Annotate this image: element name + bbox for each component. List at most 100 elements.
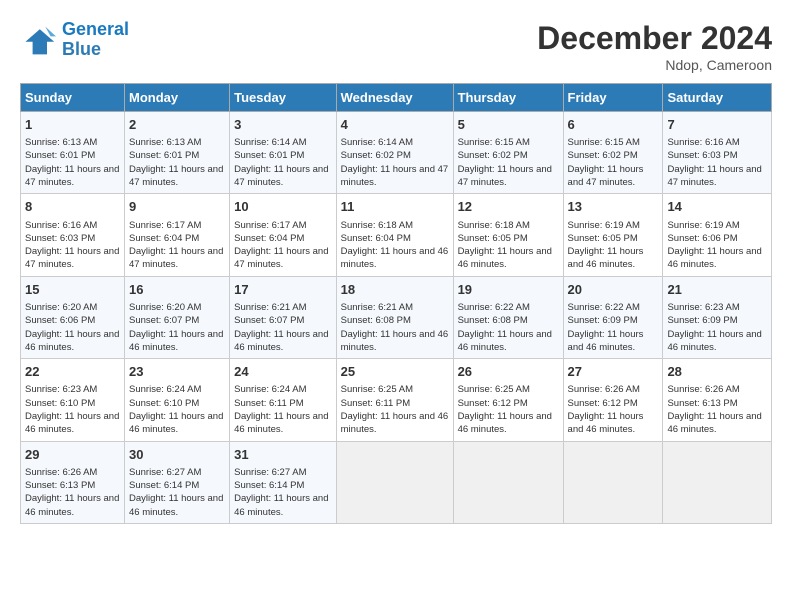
calendar-week-row: 8Sunrise: 6:16 AMSunset: 6:03 PMDaylight… [21, 194, 772, 276]
page-header: General Blue December 2024 Ndop, Cameroo… [20, 20, 772, 73]
sunset: Sunset: 6:06 PM [667, 233, 737, 244]
day-number: 13 [568, 198, 659, 216]
sunrise: Sunrise: 6:22 AM [458, 302, 530, 313]
sunset: Sunset: 6:04 PM [234, 233, 304, 244]
sunset: Sunset: 6:06 PM [25, 315, 95, 326]
daylight: Daylight: 11 hours and 47 minutes. [234, 246, 328, 270]
daylight: Daylight: 11 hours and 46 minutes. [458, 329, 552, 353]
day-number: 28 [667, 363, 767, 381]
day-number: 9 [129, 198, 225, 216]
calendar-table: Sunday Monday Tuesday Wednesday Thursday… [20, 83, 772, 524]
day-number: 7 [667, 116, 767, 134]
sunrise: Sunrise: 6:14 AM [341, 137, 413, 148]
day-number: 26 [458, 363, 559, 381]
day-number: 19 [458, 281, 559, 299]
sunrise: Sunrise: 6:27 AM [234, 467, 306, 478]
daylight: Daylight: 11 hours and 46 minutes. [129, 329, 223, 353]
logo-line2: Blue [62, 39, 101, 59]
day-number: 4 [341, 116, 449, 134]
sunset: Sunset: 6:10 PM [129, 398, 199, 409]
daylight: Daylight: 11 hours and 46 minutes. [25, 411, 119, 435]
daylight: Daylight: 11 hours and 47 minutes. [341, 164, 449, 188]
day-number: 29 [25, 446, 120, 464]
sunrise: Sunrise: 6:23 AM [667, 302, 739, 313]
calendar-cell: 28Sunrise: 6:26 AMSunset: 6:13 PMDayligh… [663, 359, 772, 441]
calendar-cell: 15Sunrise: 6:20 AMSunset: 6:06 PMDayligh… [21, 276, 125, 358]
calendar-cell: 13Sunrise: 6:19 AMSunset: 6:05 PMDayligh… [563, 194, 663, 276]
calendar-cell [453, 441, 563, 523]
col-thursday: Thursday [453, 84, 563, 112]
logo: General Blue [20, 20, 129, 60]
daylight: Daylight: 11 hours and 47 minutes. [25, 246, 119, 270]
calendar-cell: 14Sunrise: 6:19 AMSunset: 6:06 PMDayligh… [663, 194, 772, 276]
day-number: 6 [568, 116, 659, 134]
sunrise: Sunrise: 6:22 AM [568, 302, 640, 313]
sunset: Sunset: 6:12 PM [568, 398, 638, 409]
calendar-header-row: Sunday Monday Tuesday Wednesday Thursday… [21, 84, 772, 112]
sunset: Sunset: 6:14 PM [129, 480, 199, 491]
day-number: 16 [129, 281, 225, 299]
sunset: Sunset: 6:05 PM [568, 233, 638, 244]
day-number: 11 [341, 198, 449, 216]
calendar-week-row: 1Sunrise: 6:13 AMSunset: 6:01 PMDaylight… [21, 112, 772, 194]
calendar-cell: 5Sunrise: 6:15 AMSunset: 6:02 PMDaylight… [453, 112, 563, 194]
calendar-cell: 12Sunrise: 6:18 AMSunset: 6:05 PMDayligh… [453, 194, 563, 276]
day-number: 20 [568, 281, 659, 299]
daylight: Daylight: 11 hours and 46 minutes. [129, 411, 223, 435]
logo-line1: General [62, 19, 129, 39]
sunset: Sunset: 6:10 PM [25, 398, 95, 409]
calendar-cell: 29Sunrise: 6:26 AMSunset: 6:13 PMDayligh… [21, 441, 125, 523]
calendar-cell: 6Sunrise: 6:15 AMSunset: 6:02 PMDaylight… [563, 112, 663, 194]
day-number: 31 [234, 446, 332, 464]
col-tuesday: Tuesday [230, 84, 337, 112]
day-number: 3 [234, 116, 332, 134]
daylight: Daylight: 11 hours and 46 minutes. [667, 329, 761, 353]
sunset: Sunset: 6:13 PM [667, 398, 737, 409]
calendar-cell: 3Sunrise: 6:14 AMSunset: 6:01 PMDaylight… [230, 112, 337, 194]
daylight: Daylight: 11 hours and 46 minutes. [234, 329, 328, 353]
daylight: Daylight: 11 hours and 46 minutes. [568, 246, 644, 270]
sunset: Sunset: 6:07 PM [234, 315, 304, 326]
sunrise: Sunrise: 6:18 AM [458, 220, 530, 231]
day-number: 17 [234, 281, 332, 299]
month-title: December 2024 [537, 20, 772, 57]
day-number: 10 [234, 198, 332, 216]
daylight: Daylight: 11 hours and 46 minutes. [341, 246, 449, 270]
calendar-cell [663, 441, 772, 523]
location: Ndop, Cameroon [537, 57, 772, 73]
calendar-cell: 10Sunrise: 6:17 AMSunset: 6:04 PMDayligh… [230, 194, 337, 276]
col-saturday: Saturday [663, 84, 772, 112]
calendar-cell: 16Sunrise: 6:20 AMSunset: 6:07 PMDayligh… [125, 276, 230, 358]
daylight: Daylight: 11 hours and 46 minutes. [341, 329, 449, 353]
sunrise: Sunrise: 6:24 AM [234, 384, 306, 395]
calendar-week-row: 29Sunrise: 6:26 AMSunset: 6:13 PMDayligh… [21, 441, 772, 523]
calendar-cell: 22Sunrise: 6:23 AMSunset: 6:10 PMDayligh… [21, 359, 125, 441]
sunrise: Sunrise: 6:17 AM [129, 220, 201, 231]
calendar-cell [563, 441, 663, 523]
daylight: Daylight: 11 hours and 47 minutes. [568, 164, 644, 188]
sunrise: Sunrise: 6:26 AM [568, 384, 640, 395]
day-number: 24 [234, 363, 332, 381]
daylight: Daylight: 11 hours and 47 minutes. [667, 164, 761, 188]
calendar-cell: 26Sunrise: 6:25 AMSunset: 6:12 PMDayligh… [453, 359, 563, 441]
day-number: 14 [667, 198, 767, 216]
sunrise: Sunrise: 6:13 AM [129, 137, 201, 148]
daylight: Daylight: 11 hours and 46 minutes. [568, 411, 644, 435]
sunset: Sunset: 6:05 PM [458, 233, 528, 244]
day-number: 30 [129, 446, 225, 464]
day-number: 21 [667, 281, 767, 299]
sunrise: Sunrise: 6:26 AM [667, 384, 739, 395]
sunset: Sunset: 6:13 PM [25, 480, 95, 491]
sunrise: Sunrise: 6:14 AM [234, 137, 306, 148]
day-number: 2 [129, 116, 225, 134]
col-sunday: Sunday [21, 84, 125, 112]
daylight: Daylight: 11 hours and 47 minutes. [25, 164, 119, 188]
daylight: Daylight: 11 hours and 47 minutes. [458, 164, 552, 188]
calendar-cell: 20Sunrise: 6:22 AMSunset: 6:09 PMDayligh… [563, 276, 663, 358]
calendar-cell: 17Sunrise: 6:21 AMSunset: 6:07 PMDayligh… [230, 276, 337, 358]
daylight: Daylight: 11 hours and 46 minutes. [341, 411, 449, 435]
sunrise: Sunrise: 6:16 AM [25, 220, 97, 231]
calendar-cell: 23Sunrise: 6:24 AMSunset: 6:10 PMDayligh… [125, 359, 230, 441]
sunrise: Sunrise: 6:23 AM [25, 384, 97, 395]
daylight: Daylight: 11 hours and 46 minutes. [458, 246, 552, 270]
